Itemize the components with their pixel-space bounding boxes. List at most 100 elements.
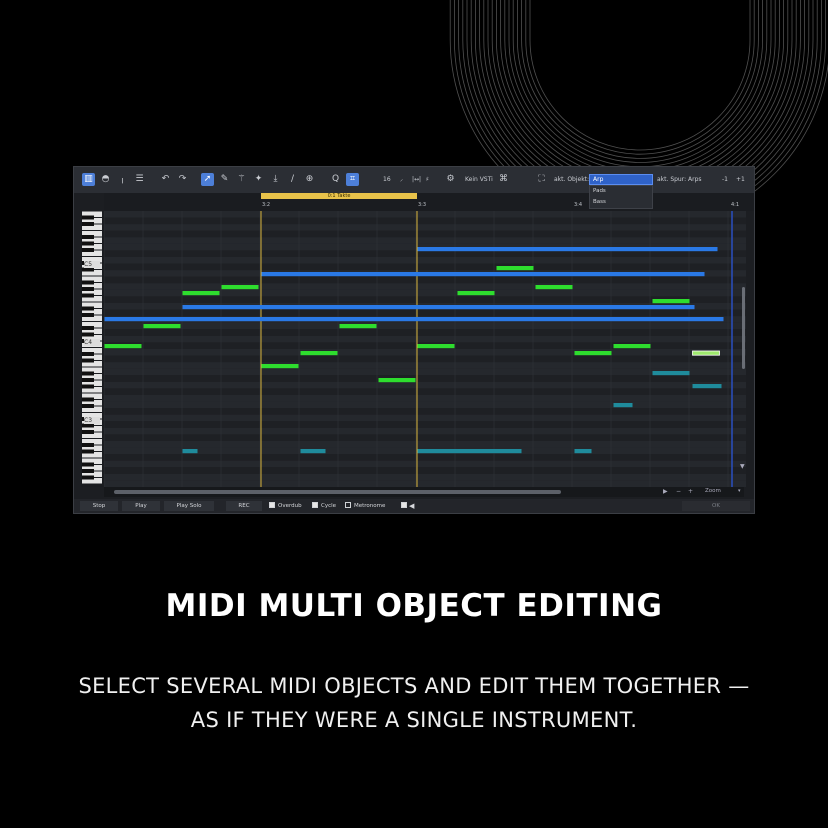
dropdown-option[interactable]: Pads: [590, 186, 652, 197]
vertical-scroll-thumb[interactable]: [742, 287, 745, 369]
midi-note[interactable]: [613, 344, 651, 349]
rec-button[interactable]: REC: [226, 501, 262, 511]
black-key[interactable]: [82, 352, 94, 356]
black-key[interactable]: [82, 306, 94, 311]
gear-icon[interactable]: ⚙: [444, 173, 457, 186]
keyboard-icon[interactable]: ⌘: [497, 173, 510, 186]
midi-note[interactable]: [652, 299, 690, 304]
midi-note[interactable]: [613, 403, 633, 408]
black-key[interactable]: [82, 430, 94, 434]
play-button[interactable]: Play: [122, 501, 160, 511]
midi-note[interactable]: [574, 351, 612, 356]
octave-down-button[interactable]: -1: [722, 173, 728, 186]
selected-midi-note[interactable]: [692, 350, 720, 356]
black-key[interactable]: [82, 293, 94, 298]
chevron-down-icon[interactable]: ▾: [738, 488, 741, 494]
zoom-out-icon[interactable]: −: [676, 488, 681, 495]
cycle-checkbox[interactable]: [312, 502, 318, 508]
vsti-label[interactable]: Kein VSTi: [465, 173, 493, 186]
sharp-icon[interactable]: ♯: [426, 173, 429, 186]
midi-note[interactable]: [457, 291, 495, 296]
midi-note[interactable]: [182, 291, 220, 296]
overdub-checkbox[interactable]: [269, 502, 275, 508]
black-key[interactable]: [82, 371, 94, 376]
midi-note[interactable]: [104, 317, 724, 322]
midi-note[interactable]: [182, 305, 695, 310]
midi-note[interactable]: [574, 449, 592, 454]
midi-note[interactable]: [300, 351, 338, 356]
stop-button[interactable]: Stop: [80, 501, 118, 511]
black-key[interactable]: [82, 287, 94, 291]
black-key[interactable]: [82, 378, 94, 382]
black-key[interactable]: [82, 449, 94, 454]
octave-up-button[interactable]: +1: [736, 173, 745, 186]
list-icon[interactable]: ☰: [133, 173, 146, 186]
velocity-icon[interactable]: ╷: [116, 173, 129, 186]
note-length-icon[interactable]: ⸝: [400, 173, 403, 186]
black-key[interactable]: [82, 241, 94, 246]
black-key[interactable]: [82, 248, 94, 252]
black-key[interactable]: [82, 397, 94, 402]
black-key[interactable]: [82, 462, 94, 467]
black-key[interactable]: [82, 469, 94, 473]
scroll-down-icon[interactable]: ▼: [740, 463, 745, 470]
midi-note[interactable]: [261, 272, 705, 277]
black-key[interactable]: [82, 423, 94, 428]
midi-note[interactable]: [143, 324, 181, 329]
midi-note[interactable]: [300, 449, 326, 454]
midi-note[interactable]: [496, 266, 534, 271]
pencil-icon[interactable]: ✎: [218, 173, 231, 186]
split-icon[interactable]: ⤓: [269, 173, 282, 186]
vertical-scrollbar[interactable]: ▼: [740, 217, 747, 479]
timeline-ruler[interactable]: 0:1 Takte 3:2 3:3 3:4 4:1: [104, 193, 754, 211]
monitor-checkbox[interactable]: [401, 502, 407, 508]
wand-alt-icon[interactable]: ✦: [252, 173, 265, 186]
midi-note[interactable]: [182, 449, 198, 454]
select-tool-icon[interactable]: ➚: [201, 173, 214, 186]
zoom-in-icon[interactable]: +: [688, 488, 693, 495]
metronome-checkbox[interactable]: [345, 502, 351, 508]
midi-note[interactable]: [692, 384, 722, 389]
note-grid[interactable]: [104, 211, 746, 487]
piano-keyboard[interactable]: C5 C4 C3: [81, 211, 103, 487]
black-key[interactable]: [82, 235, 94, 239]
piano-roll-icon[interactable]: ▥: [82, 173, 95, 186]
loop-range[interactable]: 0:1 Takte: [261, 193, 417, 199]
horizontal-scroll-thumb[interactable]: [114, 490, 561, 494]
speaker-icon[interactable]: ◀: [409, 501, 414, 511]
black-key[interactable]: [82, 326, 94, 330]
undo-icon[interactable]: ↶: [159, 173, 172, 186]
midi-note[interactable]: [535, 285, 573, 290]
fit-icon[interactable]: ⛶: [535, 173, 548, 186]
midi-note[interactable]: [417, 344, 455, 349]
midi-note[interactable]: [652, 371, 690, 376]
black-key[interactable]: [82, 222, 94, 226]
object-dropdown[interactable]: Arp: [589, 174, 653, 185]
snap-grid-icon[interactable]: ⌗: [346, 173, 359, 186]
redo-icon[interactable]: ↷: [176, 173, 189, 186]
black-key[interactable]: [82, 475, 94, 480]
ok-button[interactable]: OK: [682, 501, 750, 511]
midi-note[interactable]: [104, 344, 142, 349]
midi-note[interactable]: [339, 324, 377, 329]
black-key[interactable]: [82, 267, 94, 272]
play-solo-button[interactable]: Play Solo: [164, 501, 214, 511]
drum-icon[interactable]: ◓: [99, 173, 112, 186]
black-key[interactable]: [82, 280, 94, 285]
midi-note[interactable]: [417, 247, 718, 252]
black-key[interactable]: [82, 443, 94, 447]
quantize-icon[interactable]: Q: [329, 173, 342, 186]
black-key[interactable]: [82, 358, 94, 363]
zoom-icon[interactable]: ⊕: [303, 173, 316, 186]
play-icon[interactable]: ▶: [663, 488, 668, 495]
horizontal-scrollbar[interactable]: ▶ − + Zoom ▾: [104, 487, 744, 497]
dropdown-option[interactable]: Bass: [590, 197, 652, 208]
zoom-dropdown[interactable]: Zoom: [705, 488, 721, 494]
length-adjust-icon[interactable]: |↔|: [412, 173, 421, 186]
black-key[interactable]: [82, 404, 94, 408]
midi-note[interactable]: [417, 449, 522, 454]
black-key[interactable]: [82, 215, 94, 220]
black-key[interactable]: [82, 332, 94, 337]
black-key[interactable]: [82, 384, 94, 389]
brush-icon[interactable]: ∕: [286, 173, 299, 186]
